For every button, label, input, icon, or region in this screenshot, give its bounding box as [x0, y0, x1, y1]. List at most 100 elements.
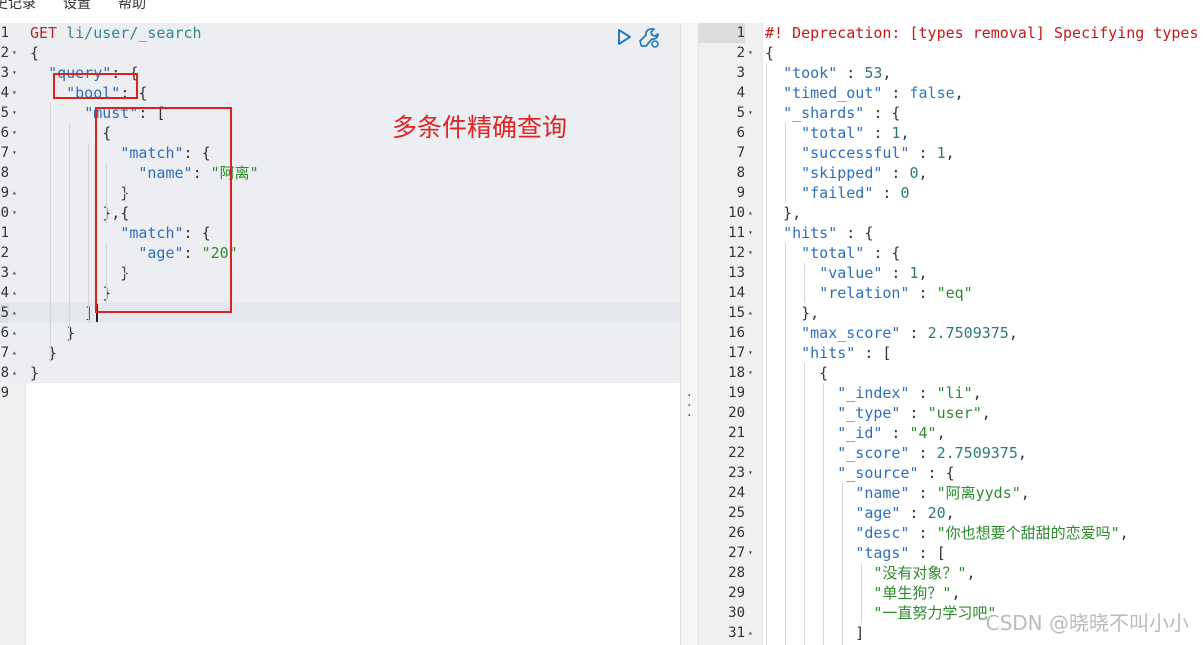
- fold-caret-down-icon[interactable]: ▾: [12, 43, 17, 63]
- fold-caret-up-icon[interactable]: ▴: [12, 263, 17, 283]
- line-number: 4: [736, 85, 745, 101]
- response-line: 24 "name" : "阿离yyds",: [699, 483, 1203, 503]
- code-token: "_score": [837, 444, 910, 462]
- code-token: ,: [972, 384, 982, 402]
- line-number: 20: [728, 405, 745, 421]
- line-number: 29: [728, 585, 745, 601]
- code-token: "阿离yyds": [936, 484, 1021, 502]
- code-token: "value": [819, 264, 883, 282]
- line-number: 1: [0, 225, 9, 241]
- fold-caret-down-icon[interactable]: ▾: [748, 343, 753, 363]
- code-token: "你也想要个甜甜的恋爱吗": [936, 524, 1120, 542]
- fold-caret-down-icon[interactable]: ▾: [748, 223, 753, 243]
- line-number: 0: [0, 205, 9, 221]
- code-text: "tags" : [: [765, 543, 945, 563]
- code-token: "age": [855, 504, 901, 522]
- code-token: ,: [1008, 324, 1018, 342]
- response-line: 1 #! Deprecation: [types removal] Specify…: [699, 23, 1203, 43]
- line-number: 2: [736, 45, 745, 61]
- fold-caret-down-icon[interactable]: ▾: [12, 83, 17, 103]
- code-text: "max_score" : 2.7509375,: [765, 323, 1018, 343]
- line-number: 2: [0, 45, 9, 61]
- line-number: 18: [728, 365, 745, 381]
- request-line: 8 ▴}: [0, 363, 680, 383]
- line-number: 21: [728, 425, 745, 441]
- fold-caret-down-icon[interactable]: ▾: [12, 103, 17, 123]
- code-text: }: [30, 363, 39, 383]
- code-token: 0: [900, 184, 910, 202]
- wrench-icon[interactable]: [638, 27, 660, 49]
- line-number: 5: [736, 105, 745, 121]
- code-text: "单生狗？",: [765, 583, 960, 603]
- fold-caret-up-icon[interactable]: ▴: [12, 363, 17, 383]
- fold-caret-down-icon[interactable]: ▾: [12, 123, 17, 143]
- drag-handle-icon[interactable]: · · ·: [687, 389, 691, 423]
- fold-caret-up-icon[interactable]: ▴: [12, 283, 17, 303]
- fold-caret-up-icon[interactable]: ▴: [748, 203, 753, 223]
- code-token: :: [909, 384, 937, 402]
- code-text: }: [30, 343, 57, 363]
- fold-caret-up-icon[interactable]: ▴: [748, 623, 753, 643]
- fold-caret-down-icon[interactable]: ▾: [748, 463, 753, 483]
- response-viewer[interactable]: 1 #! Deprecation: [types removal] Specify…: [699, 23, 1203, 645]
- code-token: ,: [1119, 524, 1129, 542]
- response-line: 13 "value" : 1,: [699, 263, 1203, 283]
- line-number: 28: [728, 565, 745, 581]
- fold-caret-down-icon[interactable]: ▾: [748, 543, 753, 563]
- fold-caret-up-icon[interactable]: ▴: [12, 303, 17, 323]
- fold-caret-down-icon[interactable]: ▾: [12, 143, 17, 163]
- fold-caret-down-icon[interactable]: ▾: [748, 103, 753, 123]
- request-line: 6 ▴ }: [0, 323, 680, 343]
- pane-resizer[interactable]: · · ·: [680, 23, 699, 645]
- fold-caret-down-icon[interactable]: ▾: [748, 243, 753, 263]
- response-line: 28 "没有对象？",: [699, 563, 1203, 583]
- code-token: :: [882, 264, 910, 282]
- request-line: 9: [0, 383, 680, 403]
- fold-caret-down-icon[interactable]: ▾: [748, 363, 753, 383]
- response-line: 6 "total" : 1,: [699, 123, 1203, 143]
- fold-caret-up-icon[interactable]: ▴: [748, 303, 753, 323]
- response-line: 16 "max_score" : 2.7509375,: [699, 323, 1203, 343]
- line-number: 3: [0, 265, 9, 281]
- response-line: 12 ▾ "total" : {: [699, 243, 1203, 263]
- code-text: #! Deprecation: [types removal] Specifyi…: [765, 23, 1203, 43]
- code-token: "took": [783, 64, 838, 82]
- menu-item-history[interactable]: 史记录: [0, 0, 36, 13]
- code-token: "hits": [801, 344, 856, 362]
- indent-guide: [785, 123, 786, 203]
- fold-caret-down-icon[interactable]: ▾: [12, 203, 17, 223]
- code-token: 1: [936, 144, 946, 162]
- code-token: false: [909, 84, 955, 102]
- fold-caret-up-icon[interactable]: ▴: [12, 323, 17, 343]
- line-number: 10: [728, 205, 745, 221]
- line-number: 5: [0, 303, 9, 323]
- menu-item-help[interactable]: 帮助: [118, 0, 146, 13]
- fold-caret-down-icon[interactable]: ▾: [748, 43, 753, 63]
- response-line: 11 ▾ "hits" : {: [699, 223, 1203, 243]
- fold-caret-down-icon[interactable]: ▾: [12, 63, 17, 83]
- code-token: :: [900, 504, 928, 522]
- line-number: 30: [728, 605, 745, 621]
- code-text: "value" : 1,: [765, 263, 927, 283]
- menu-item-settings[interactable]: 设置: [63, 0, 91, 13]
- code-token: "user": [927, 404, 982, 422]
- code-token: 1: [909, 264, 919, 282]
- code-token: li/user/_search: [66, 24, 202, 42]
- code-text: "desc" : "你也想要个甜甜的恋爱吗",: [765, 523, 1129, 543]
- line-number: 17: [728, 345, 745, 361]
- play-icon[interactable]: [615, 27, 633, 47]
- line-number: 4: [0, 285, 9, 301]
- fold-caret-up-icon[interactable]: ▴: [12, 343, 17, 363]
- code-token: "_index": [837, 384, 910, 402]
- indent-guide: [785, 243, 786, 645]
- response-line: 8 "skipped" : 0,: [699, 163, 1203, 183]
- code-text: "hits" : [: [765, 343, 891, 363]
- code-token: "timed_out": [783, 84, 883, 102]
- fold-caret-up-icon[interactable]: ▴: [12, 183, 17, 203]
- code-token: "skipped": [801, 164, 883, 182]
